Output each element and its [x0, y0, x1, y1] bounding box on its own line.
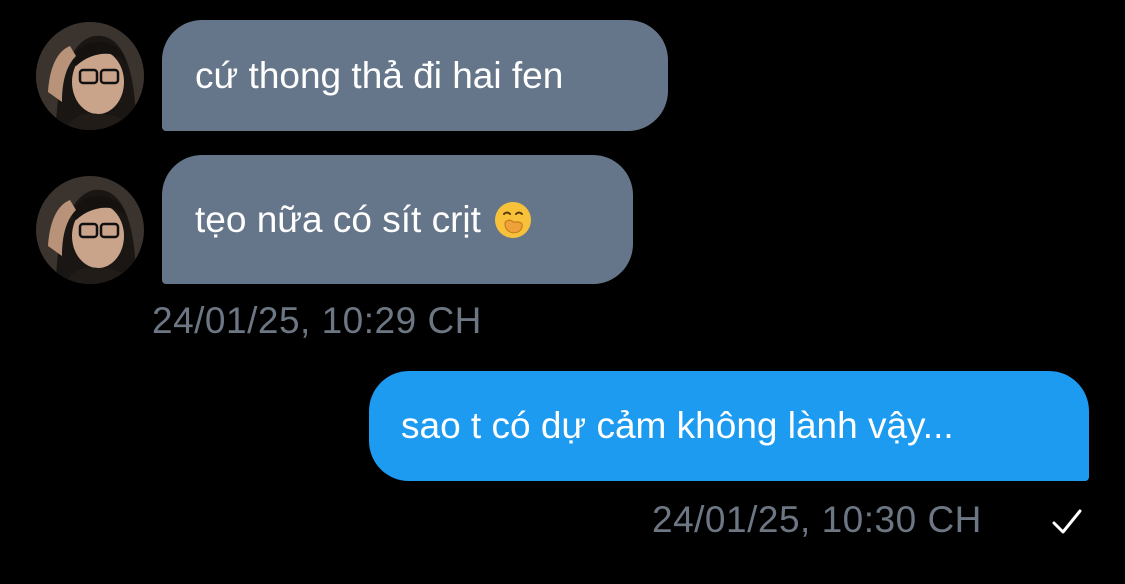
message-text: sao t có dự cảm không lành vậy... [401, 405, 954, 446]
conversation-view: cứ thong thả đi hai fen tẹo nữa có sít c… [0, 0, 1125, 584]
incoming-timestamp: 24/01/25, 10:29 CH [152, 300, 482, 341]
sender-avatar[interactable] [36, 22, 144, 130]
face-with-hand-over-mouth-emoji [494, 201, 531, 238]
incoming-message-bubble[interactable]: cứ thong thả đi hai fen [162, 20, 668, 131]
sender-avatar[interactable] [36, 176, 144, 284]
message-text: cứ thong thả đi hai fen [195, 54, 564, 96]
outgoing-message-bubble[interactable]: sao t có dự cảm không lành vậy... [369, 371, 1089, 481]
avatar-photo [36, 22, 144, 130]
message-text: tẹo nữa có sít crịt [195, 198, 481, 240]
avatar-photo [36, 176, 144, 284]
incoming-message-bubble[interactable]: tẹo nữa có sít crịt [162, 155, 633, 284]
outgoing-timestamp: 24/01/25, 10:30 CH [652, 499, 982, 540]
checkmark-icon [1052, 509, 1082, 534]
